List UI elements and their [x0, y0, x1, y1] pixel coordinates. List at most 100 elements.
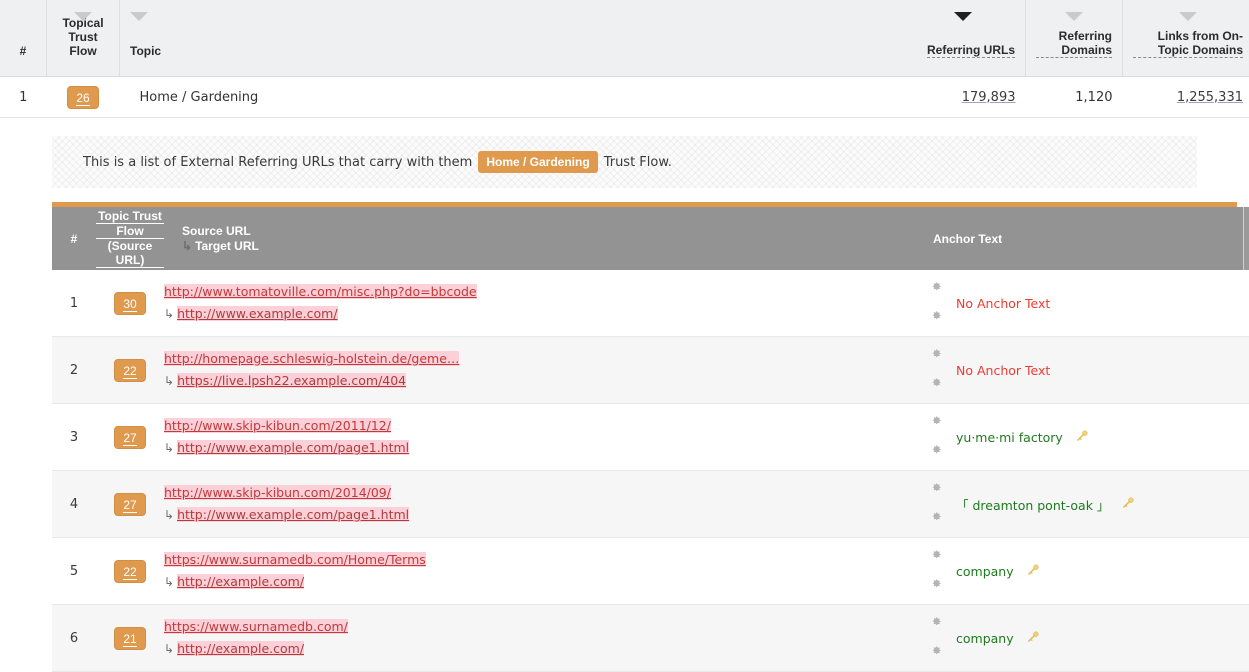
sort-descending-icon[interactable] — [1179, 12, 1197, 21]
referring-urls-link[interactable]: 179,893 — [962, 90, 1016, 105]
target-arrow-icon: ↳ — [164, 374, 177, 388]
summary-col-referring-domains[interactable]: Referring Domains — [1026, 0, 1123, 77]
target-url-line: ↳http://example.com/ — [164, 571, 912, 593]
target-url-link[interactable]: http://example.com/ — [177, 574, 304, 589]
target-url-link[interactable]: http://www.example.com/page1.html — [177, 507, 409, 522]
sort-descending-icon[interactable] — [130, 12, 148, 21]
gear-icon[interactable] — [931, 281, 942, 296]
target-arrow-icon: ↳ — [164, 575, 177, 589]
sort-descending-icon-active[interactable] — [954, 12, 972, 21]
anchor-text-label: No Anchor Text — [956, 363, 1050, 378]
gear-icon[interactable] — [931, 348, 942, 363]
detail-cell-trust-flow: 27 — [96, 404, 164, 471]
summary-cell-index: 1 — [0, 77, 47, 118]
source-url-link[interactable]: http://www.skip-kibun.com/2011/12/ — [164, 418, 391, 433]
summary-cell-trust-flow: 26 — [47, 77, 120, 118]
target-arrow-icon: ↳ — [164, 307, 177, 321]
info-banner-text-after: Trust Flow. — [604, 155, 672, 170]
target-url-link[interactable]: http://www.example.com/ — [177, 306, 337, 321]
anchor-text-value: yu·me·mi factory — [946, 429, 1089, 446]
detail-cell-anchor: No Anchor Text — [912, 337, 1244, 404]
info-banner-topic-pill: Home / Gardening — [478, 151, 597, 173]
summary-col-links-on-topic[interactable]: Links from On-Topic Domains — [1123, 0, 1249, 77]
summary-cell-referring-domains: 1,120 — [1026, 77, 1123, 118]
detail-header-row: # Topic Trust Flow (Source URL) Source U… — [52, 207, 1249, 270]
summary-cell-links-on-topic[interactable]: 1,255,331 — [1123, 77, 1249, 118]
trust-flow-badge: 27 — [114, 426, 146, 449]
detail-col-ttf-line3: (Source URL) — [96, 239, 164, 268]
source-url-line: http://www.skip-kibun.com/2011/12/ — [164, 415, 912, 437]
gear-icon[interactable] — [931, 511, 942, 526]
summary-col-referring-urls[interactable]: Referring URLs — [900, 0, 1026, 77]
summary-cell-referring-urls[interactable]: 179,893 — [900, 77, 1026, 118]
links-on-topic-link[interactable]: 1,255,331 — [1177, 90, 1243, 105]
detail-col-anchor-text[interactable]: Anchor Text — [912, 207, 1244, 270]
anchor-text-label: company — [956, 631, 1014, 646]
sort-descending-icon[interactable] — [74, 12, 92, 21]
summary-col-referring-domains-label: Referring Domains — [1036, 29, 1112, 58]
row-action-gears — [912, 415, 946, 459]
key-icon — [1075, 429, 1089, 446]
source-url-link[interactable]: https://www.surnamedb.com/Home/Terms — [164, 552, 426, 567]
detail-cell-index: 6 — [52, 605, 96, 672]
source-url-link[interactable]: http://www.tomatoville.com/misc.php?do=b… — [164, 284, 477, 299]
info-banner: This is a list of External Referring URL… — [52, 136, 1197, 188]
gear-icon[interactable] — [931, 415, 942, 430]
detail-cell-spacer — [1244, 605, 1249, 672]
detail-table-body: 130http://www.tomatoville.com/misc.php?d… — [52, 270, 1249, 672]
detail-cell-index: 3 — [52, 404, 96, 471]
source-url-link[interactable]: http://homepage.schleswig-holstein.de/ge… — [164, 351, 459, 366]
target-arrow-icon: ↳ — [182, 239, 195, 253]
detail-col-topic-trust-flow[interactable]: Topic Trust Flow (Source URL) — [96, 207, 164, 270]
detail-col-target-url-label: ↳Target URL — [182, 239, 912, 254]
target-url-link[interactable]: http://example.com/ — [177, 641, 304, 656]
detail-cell-urls: http://www.skip-kibun.com/2014/09/ ↳http:… — [164, 471, 912, 538]
sort-descending-icon[interactable] — [1065, 12, 1083, 21]
detail-col-source-target-url[interactable]: Source URL ↳Target URL — [164, 207, 912, 270]
detail-cell-trust-flow: 22 — [96, 538, 164, 605]
target-url-link[interactable]: http://www.example.com/page1.html — [177, 440, 409, 455]
source-url-link[interactable]: http://www.skip-kibun.com/2014/09/ — [164, 485, 391, 500]
detail-col-index-label: # — [71, 232, 78, 246]
anchor-text-value: No Anchor Text — [946, 363, 1050, 378]
gear-icon[interactable] — [931, 482, 942, 497]
detail-cell-urls: http://www.tomatoville.com/misc.php?do=b… — [164, 270, 912, 337]
table-row: 130http://www.tomatoville.com/misc.php?d… — [52, 270, 1249, 337]
detail-cell-trust-flow: 27 — [96, 471, 164, 538]
gear-icon[interactable] — [931, 578, 942, 593]
detail-cell-anchor: 「 dreamton pont-oak 」 — [912, 471, 1244, 538]
trust-flow-badge: 22 — [114, 359, 146, 382]
summary-col-topical-trust-flow[interactable]: Topical Trust Flow — [47, 0, 120, 77]
summary-table-body: 1 26 Home / Gardening 179,893 1,120 1,25… — [0, 77, 1249, 118]
gear-icon[interactable] — [931, 645, 942, 660]
summary-col-topic[interactable]: Topic — [120, 0, 901, 77]
summary-col-index-label: # — [20, 44, 27, 58]
target-url-link[interactable]: https://live.lpsh22.example.com/404 — [177, 373, 406, 388]
key-icon — [1026, 563, 1040, 580]
gear-icon[interactable] — [931, 616, 942, 631]
row-action-gears — [912, 281, 946, 325]
summary-cell-topic: Home / Gardening — [120, 77, 901, 118]
detail-col-close[interactable] — [1244, 207, 1249, 270]
summary-header-row: # Topical Trust Flow Topic Referring URL… — [0, 0, 1249, 77]
detail-cell-anchor: yu·me·mi factory — [912, 404, 1244, 471]
anchor-text-label: company — [956, 564, 1014, 579]
target-url-line: ↳http://www.example.com/page1.html — [164, 504, 912, 526]
detail-cell-spacer — [1244, 538, 1249, 605]
trust-flow-badge: 21 — [114, 627, 146, 650]
detail-col-anchor-text-label: Anchor Text — [933, 232, 1002, 246]
key-icon — [1026, 630, 1040, 647]
gear-icon[interactable] — [931, 377, 942, 392]
gear-icon[interactable] — [931, 549, 942, 564]
source-url-link[interactable]: https://www.surnamedb.com/ — [164, 619, 348, 634]
detail-cell-index: 2 — [52, 337, 96, 404]
detail-cell-trust-flow: 22 — [96, 337, 164, 404]
gear-icon[interactable] — [931, 310, 942, 325]
gear-icon[interactable] — [931, 444, 942, 459]
source-url-line: http://www.tomatoville.com/misc.php?do=b… — [164, 281, 912, 303]
detail-table-header: # Topic Trust Flow (Source URL) Source U… — [52, 207, 1249, 270]
target-arrow-icon: ↳ — [164, 508, 177, 522]
detail-cell-trust-flow: 21 — [96, 605, 164, 672]
detail-cell-spacer — [1244, 404, 1249, 471]
detail-col-ttf-line2: Flow — [96, 224, 164, 239]
